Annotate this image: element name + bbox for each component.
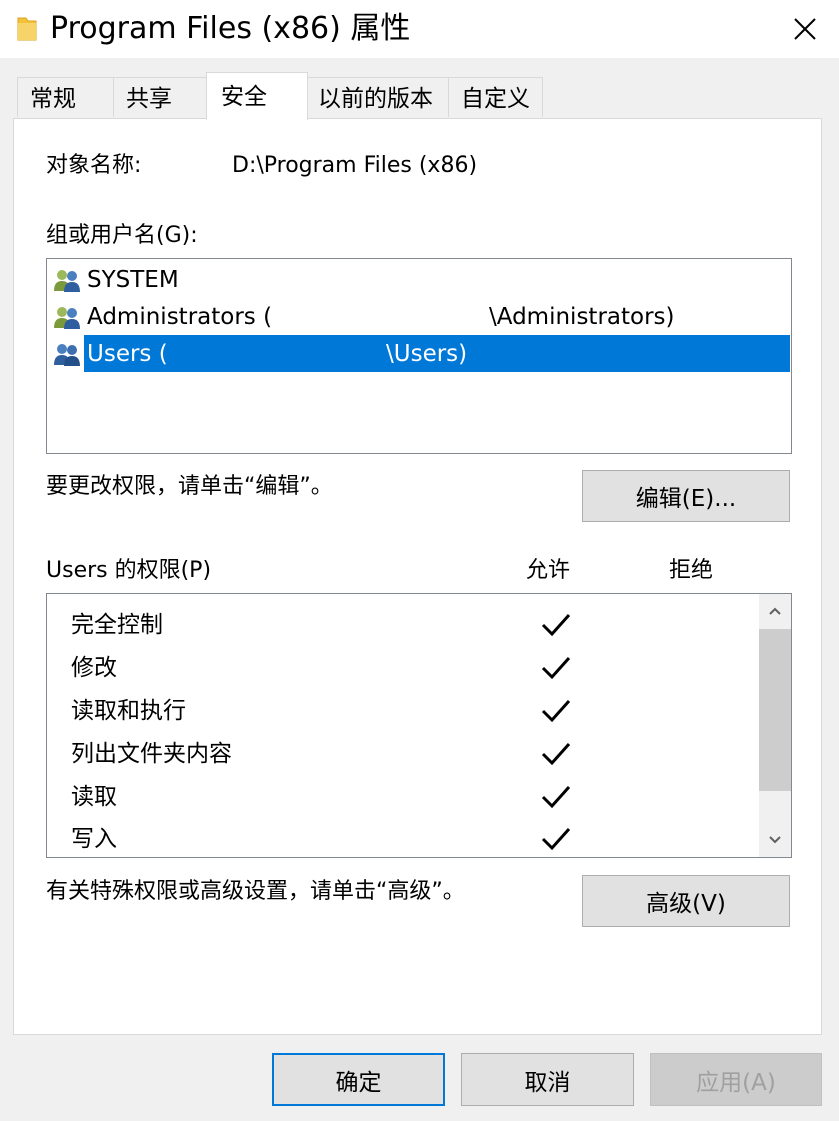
advanced-button-label: 高级(V) <box>646 891 726 917</box>
scroll-up-button[interactable] <box>759 594 791 628</box>
permission-row-read-execute: 读取和执行 <box>47 688 759 731</box>
tab-label: 共享 <box>126 86 172 112</box>
users-icon <box>54 270 80 292</box>
close-icon <box>794 18 816 40</box>
permissions-title: Users 的权限(P) <box>46 558 212 583</box>
users-icon <box>54 307 80 329</box>
tab-previous-versions[interactable]: 以前的版本 <box>307 77 449 117</box>
tab-security[interactable]: 安全 <box>206 72 308 120</box>
tab-label: 常规 <box>30 86 76 112</box>
permission-name: 写入 <box>71 826 117 852</box>
list-item-label: Users ( <box>87 341 168 367</box>
list-item-system[interactable]: SYSTEM <box>47 261 791 298</box>
list-item-users[interactable]: Users ( \Users) <box>47 335 791 372</box>
list-item-label: SYSTEM <box>87 267 179 293</box>
list-item-administrators[interactable]: Administrators ( \Administrators) <box>47 298 791 335</box>
close-button[interactable] <box>778 4 832 54</box>
check-icon <box>541 613 571 637</box>
vertical-scrollbar[interactable] <box>759 594 791 857</box>
group-user-list[interactable]: SYSTEM Administrators ( \Administrators)… <box>46 258 792 454</box>
chevron-down-icon <box>769 836 781 844</box>
window-title: Program Files (x86) 属性 <box>50 11 411 46</box>
permission-name: 列出文件夹内容 <box>71 741 232 767</box>
advanced-button[interactable]: 高级(V) <box>582 875 790 927</box>
list-item-suffix: \Administrators) <box>489 304 675 330</box>
folder-icon <box>17 17 37 41</box>
permission-row-list-folder: 列出文件夹内容 <box>47 731 759 774</box>
tab-sharing[interactable]: 共享 <box>113 77 207 117</box>
edit-hint: 要更改权限，请单击“编辑”。 <box>46 474 333 499</box>
check-icon <box>541 827 571 851</box>
apply-button[interactable]: 应用(A) <box>650 1053 822 1106</box>
tab-label: 以前的版本 <box>318 86 433 112</box>
tab-label: 自定义 <box>461 86 530 112</box>
tab-customize[interactable]: 自定义 <box>448 77 543 117</box>
scroll-thumb[interactable] <box>759 629 791 791</box>
chevron-up-icon <box>769 607 781 615</box>
cancel-button[interactable]: 取消 <box>461 1053 634 1106</box>
list-item-label: Administrators ( <box>87 304 273 330</box>
check-icon <box>541 785 571 809</box>
tab-general[interactable]: 常规 <box>17 77 114 117</box>
allow-column-header: 允许 <box>526 558 571 583</box>
apply-button-label: 应用(A) <box>696 1069 776 1096</box>
permission-name: 读取 <box>71 784 117 810</box>
users-icon <box>54 344 80 366</box>
permission-name: 完全控制 <box>71 612 163 638</box>
permission-row-modify: 修改 <box>47 645 759 688</box>
check-icon <box>541 656 571 680</box>
check-icon <box>541 742 571 766</box>
cancel-button-label: 取消 <box>524 1069 571 1096</box>
tab-label: 安全 <box>221 84 267 110</box>
object-name-label: 对象名称: <box>46 153 142 178</box>
list-item-suffix: \Users) <box>386 341 468 367</box>
permissions-list[interactable]: 完全控制 修改 读取和执行 列出文件夹内容 读取 写入 <box>46 593 792 858</box>
permission-name: 读取和执行 <box>71 698 186 724</box>
permission-name: 修改 <box>71 655 117 681</box>
scroll-down-button[interactable] <box>759 823 791 857</box>
ok-button[interactable]: 确定 <box>272 1053 445 1106</box>
permission-row-read: 读取 <box>47 774 759 817</box>
check-icon <box>541 699 571 723</box>
edit-button[interactable]: 编辑(E)... <box>582 470 790 522</box>
advanced-hint: 有关特殊权限或高级设置，请单击“高级”。 <box>46 879 465 904</box>
groups-label: 组或用户名(G): <box>46 223 198 248</box>
deny-column-header: 拒绝 <box>669 558 714 583</box>
edit-button-label: 编辑(E)... <box>635 486 737 512</box>
permission-row-write: 写入 <box>47 816 759 857</box>
object-name-value: D:\Program Files (x86) <box>232 153 478 178</box>
ok-button-label: 确定 <box>335 1069 382 1096</box>
permission-row-full-control: 完全控制 <box>47 602 759 645</box>
